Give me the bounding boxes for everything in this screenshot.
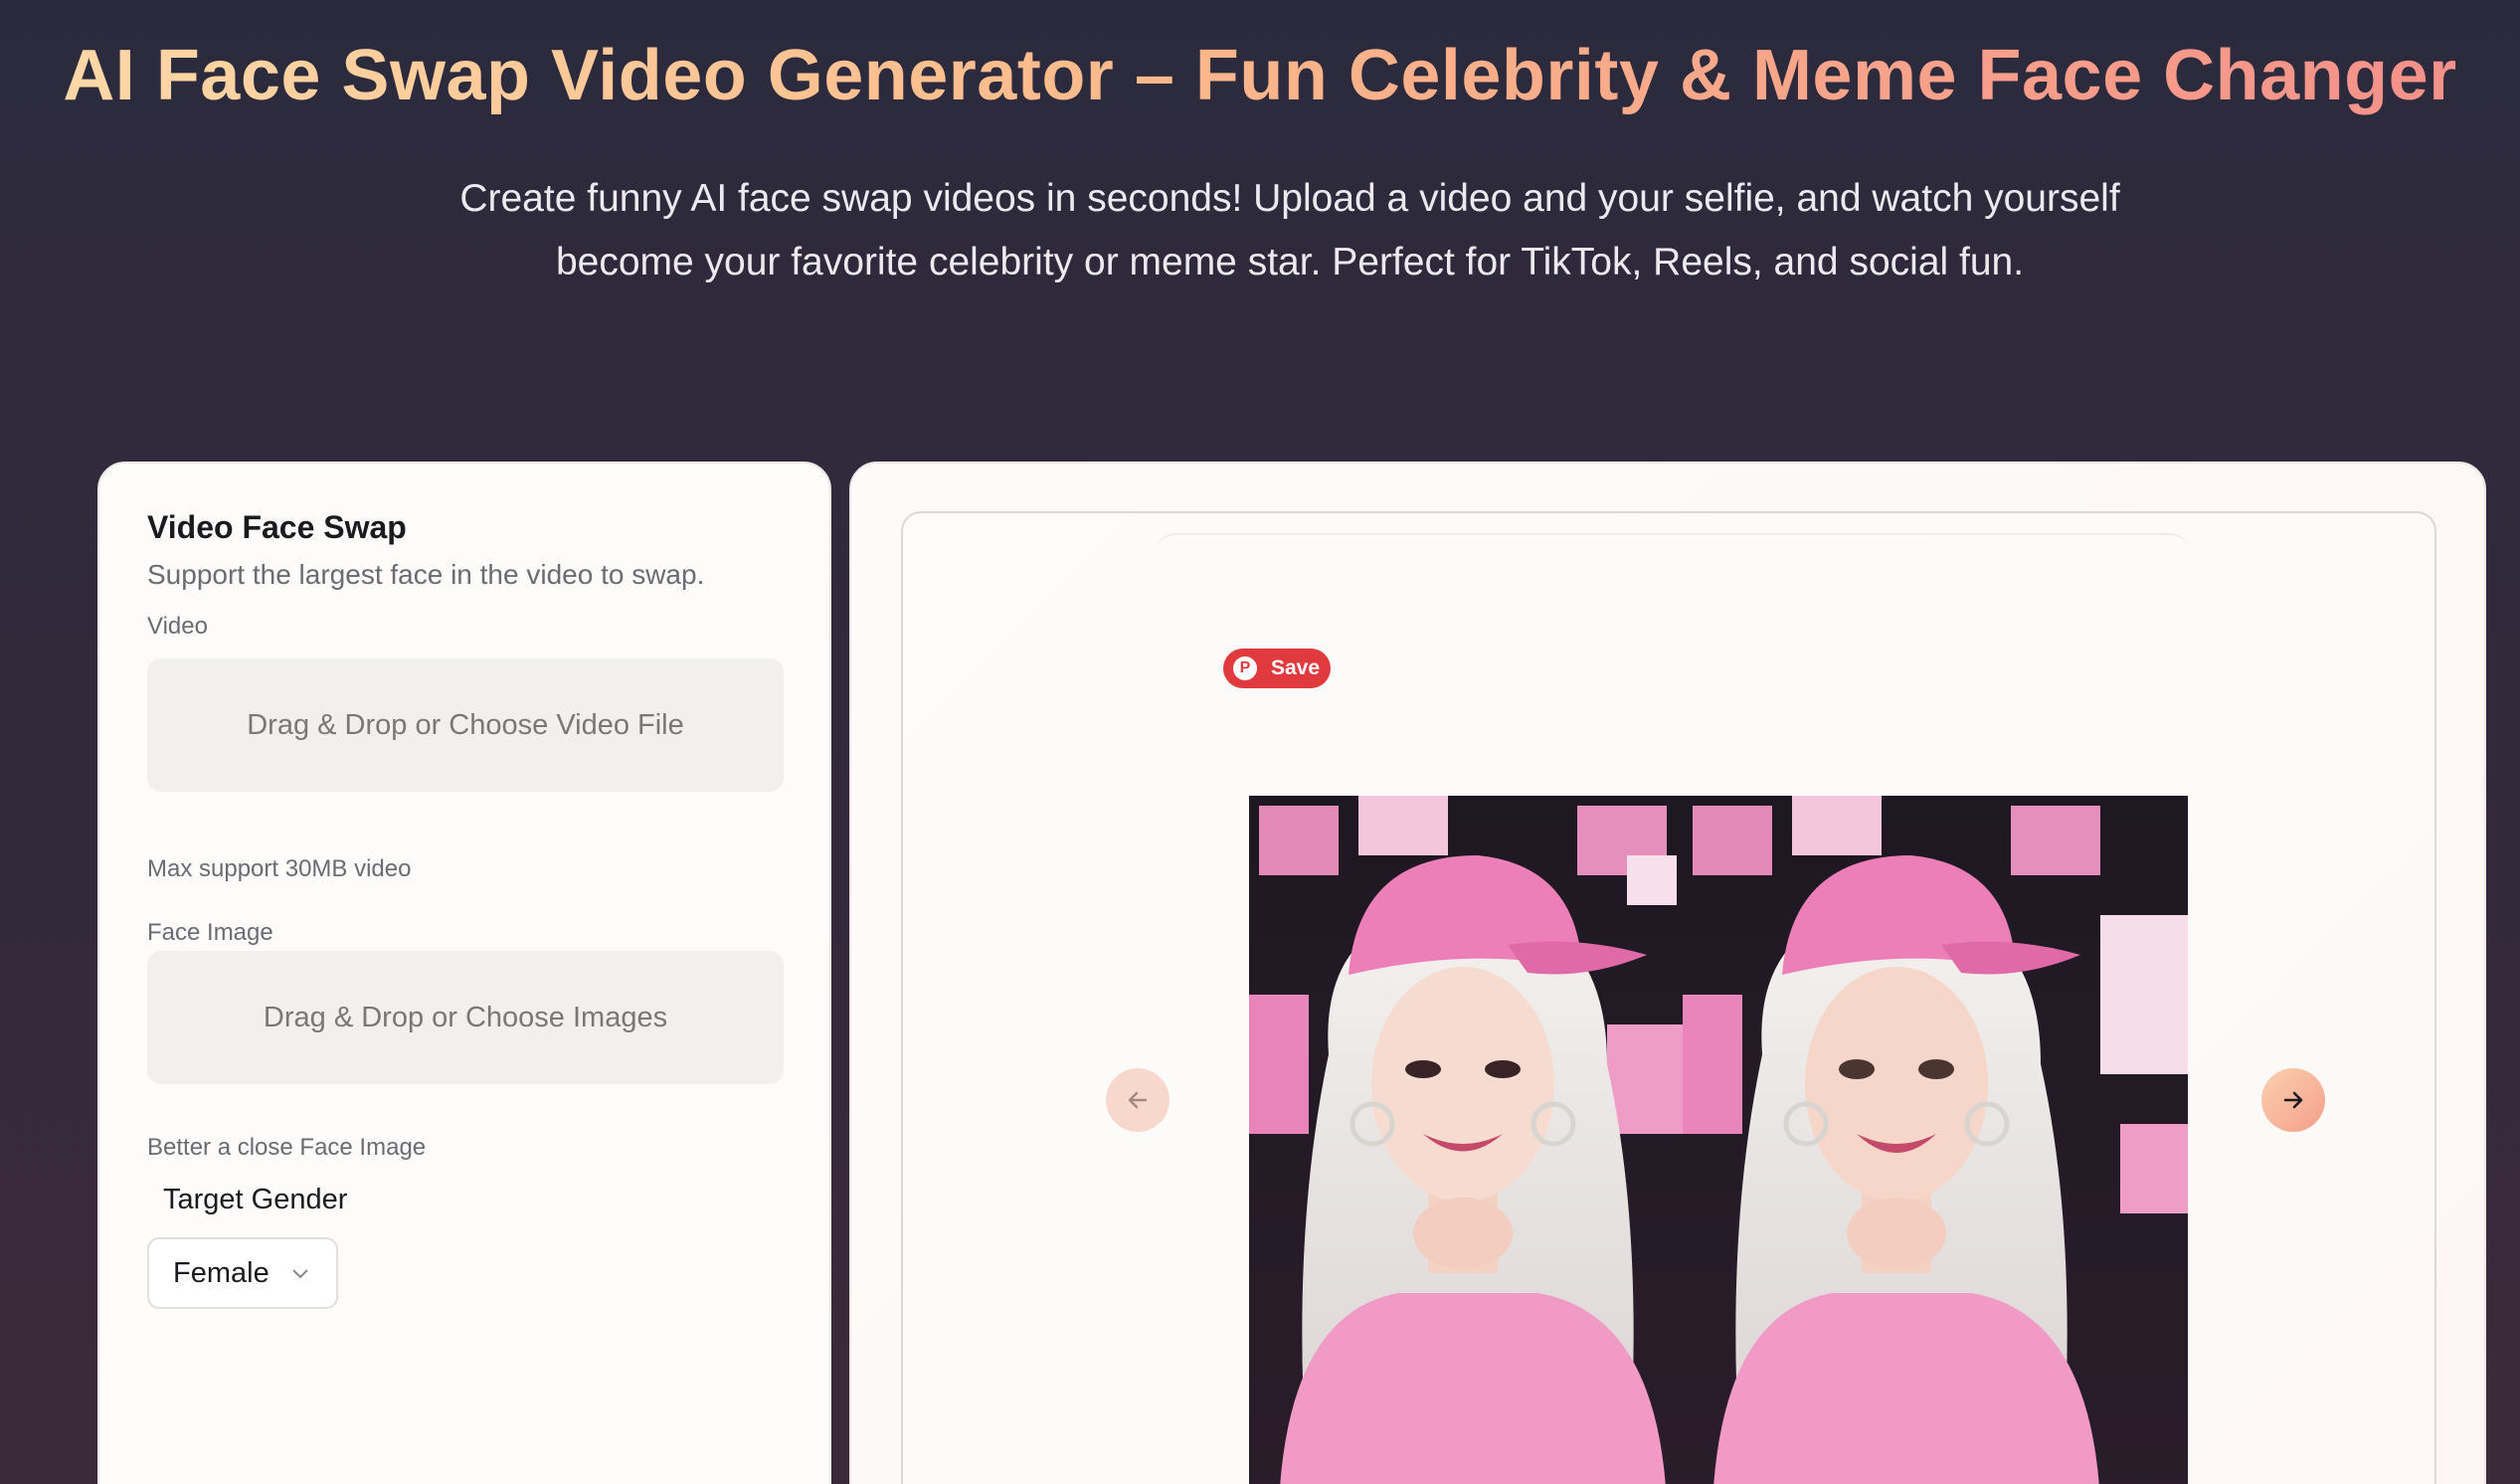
pinterest-icon: P [1233,656,1257,680]
face-image-hint: Better a close Face Image [147,1134,427,1161]
original-face-image [1249,796,1683,1484]
form-description: Support the largest face in the video to… [147,559,705,590]
page-title: AI Face Swap Video Generator – Fun Celeb… [0,28,2520,123]
subtitle-line-1: Create funny AI face swap videos in seco… [459,177,2120,220]
carousel-prev-button[interactable] [1106,1068,1170,1132]
preview-panel: P Save [849,462,2486,1484]
arrow-right-icon [2283,1091,2303,1109]
face-swap-form-panel: Video Face Swap Support the largest face… [97,462,831,1484]
pinterest-save-button[interactable]: P Save [1223,649,1331,688]
swapped-face-image [1683,796,2188,1484]
face-image-label: Face Image [147,919,273,946]
face-image-upload-dropzone[interactable]: Drag & Drop or Choose Images [147,951,784,1084]
video-dropzone-text: Drag & Drop or Choose Video File [247,708,684,741]
gender-select-value: Female [173,1256,270,1289]
page-subtitle: Create funny AI face swap videos in seco… [418,167,2162,294]
preview-carousel: P Save [901,511,2436,1484]
subtitle-line-2: become your favorite celebrity or meme s… [555,241,2025,283]
arrow-left-icon [1128,1091,1148,1109]
save-button-label: Save [1271,656,1321,679]
target-gender-select[interactable]: Female [147,1237,338,1309]
form-title: Video Face Swap [147,509,407,545]
carousel-next-button[interactable] [2261,1068,2325,1132]
chevron-down-icon [292,1269,308,1279]
comparison-image [1249,796,2188,1484]
preview-tab-divider [1156,533,2190,573]
video-upload-dropzone[interactable]: Drag & Drop or Choose Video File [147,658,784,792]
video-size-hint: Max support 30MB video [147,855,412,882]
face-dropzone-text: Drag & Drop or Choose Images [263,1001,668,1033]
video-label: Video [147,613,208,640]
target-gender-label: Target Gender [163,1184,348,1215]
